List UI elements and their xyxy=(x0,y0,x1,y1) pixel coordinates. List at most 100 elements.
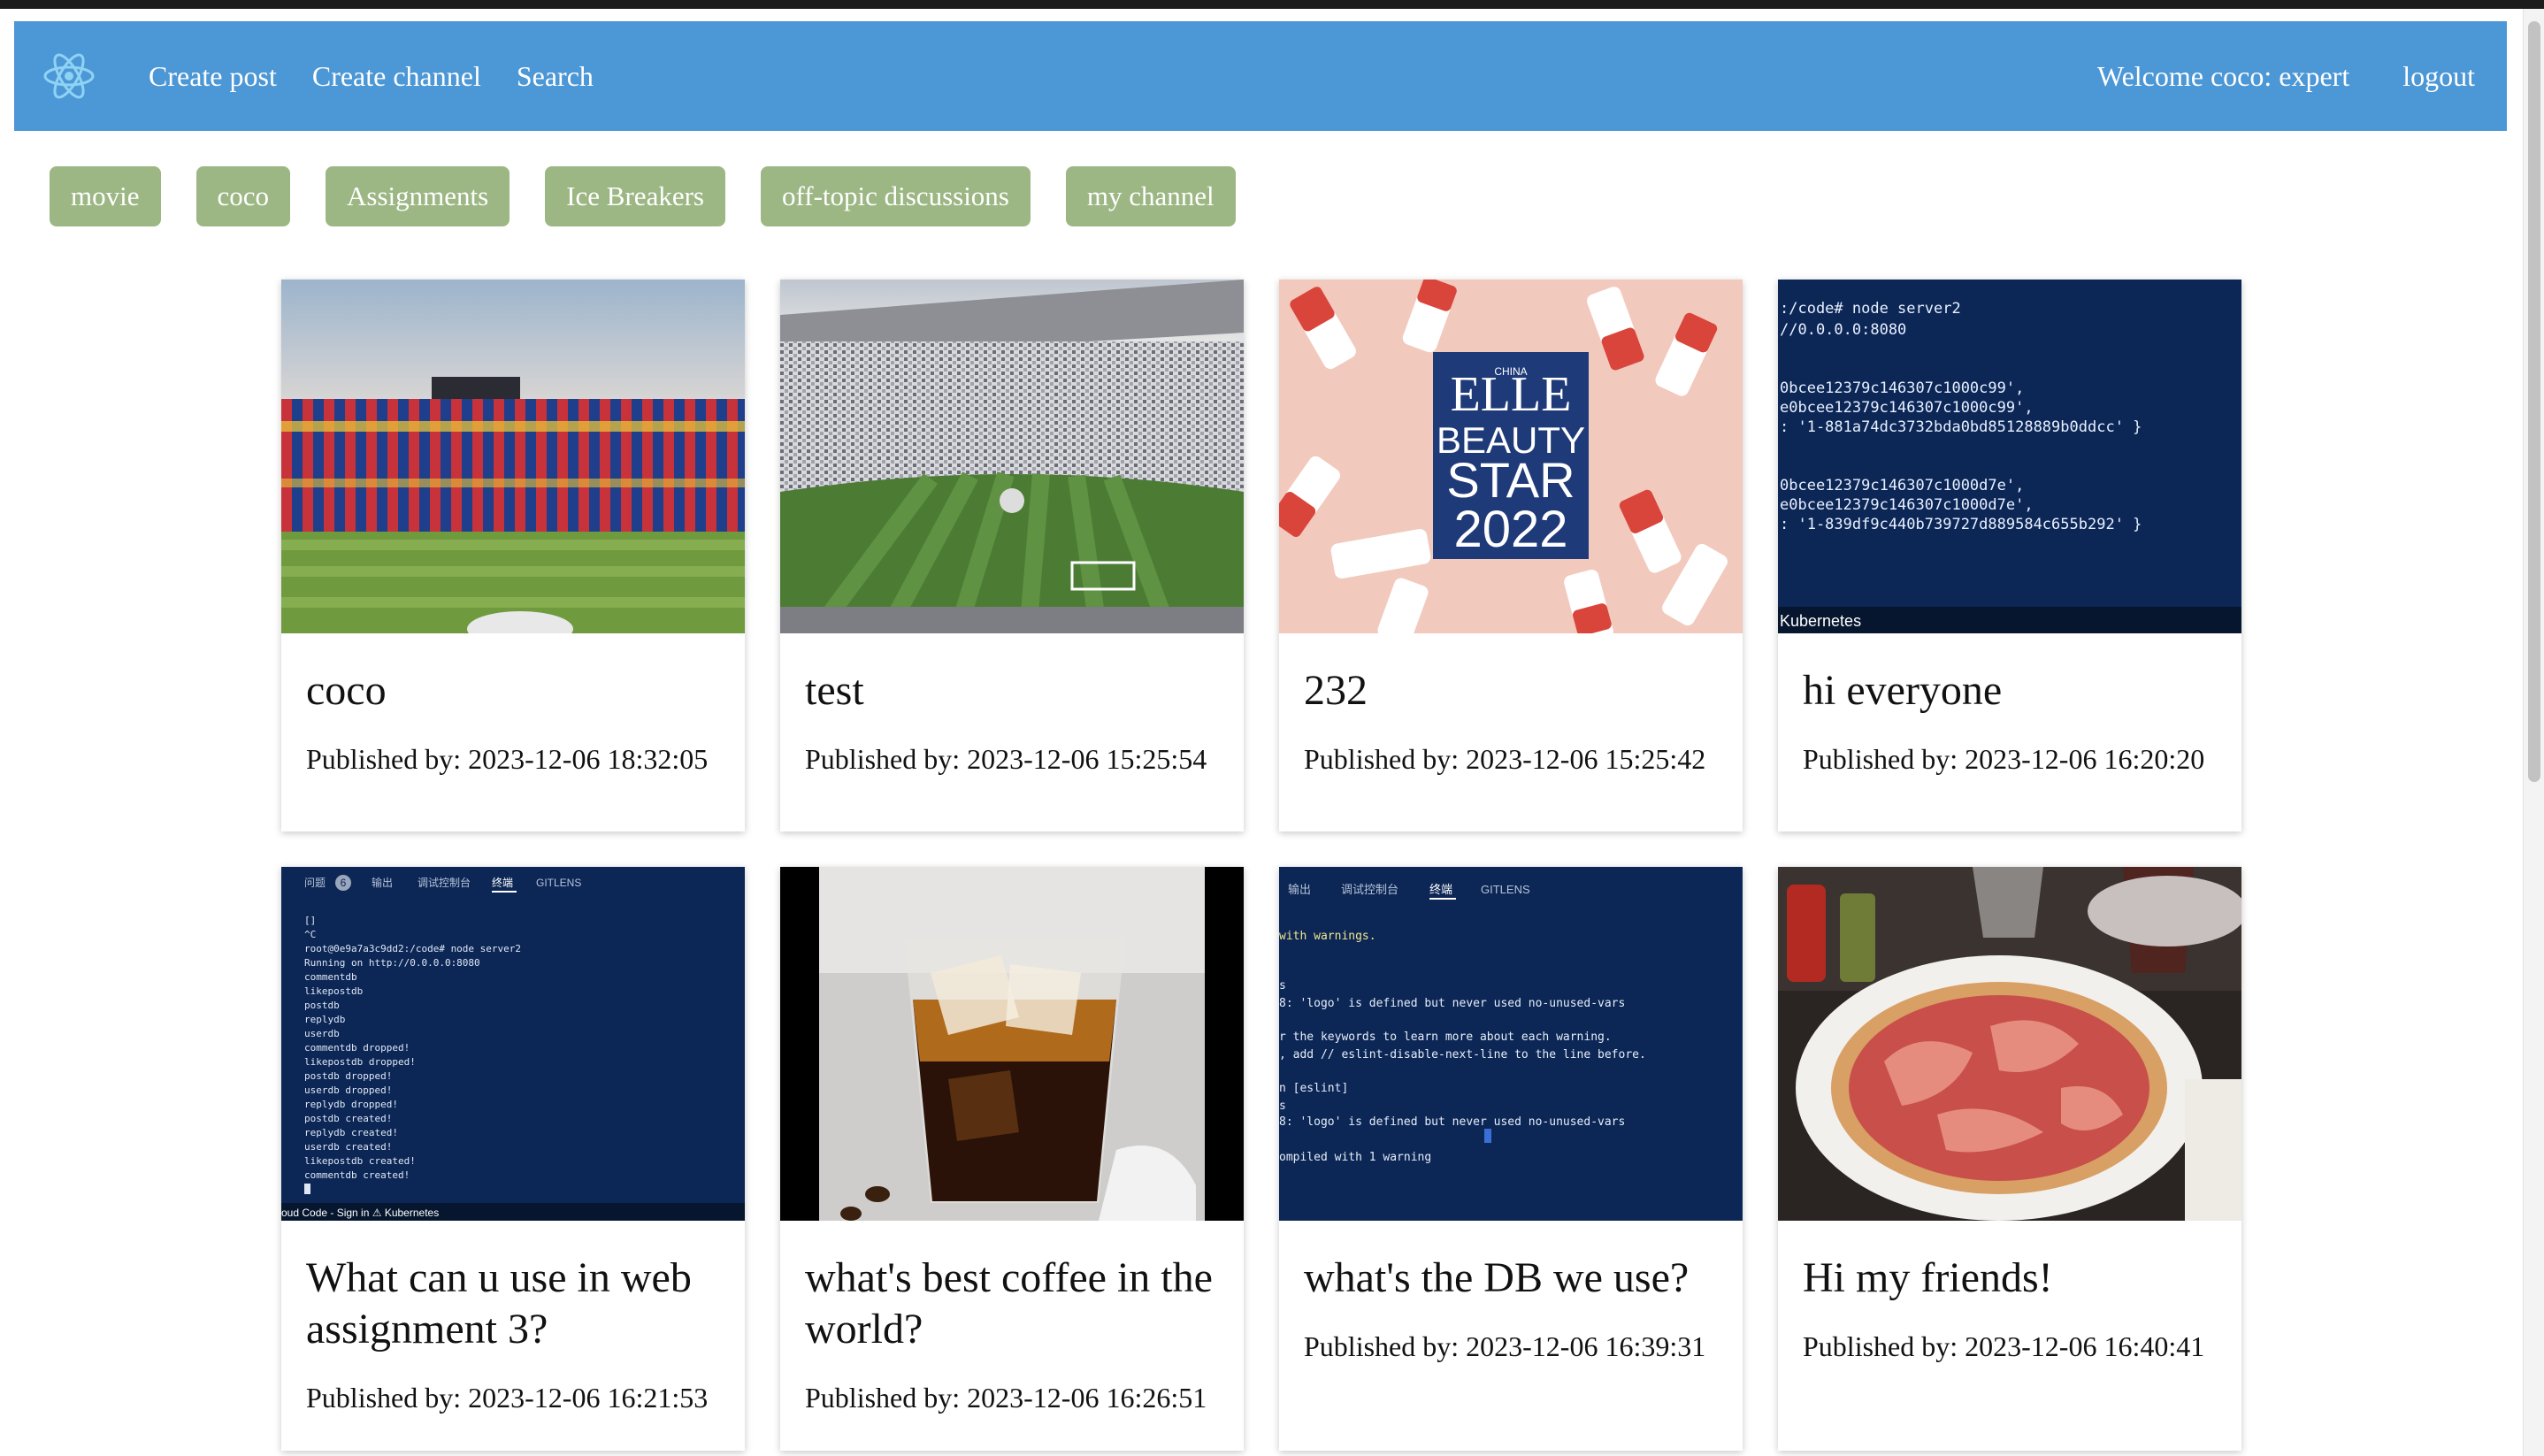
terminal-line: s xyxy=(1279,979,1286,992)
post-title: hi everyone xyxy=(1803,667,2003,714)
terminal-tab: GITLENS xyxy=(536,877,581,889)
terminal-line: e0bcee12379c146307c1000c99', xyxy=(1780,399,2034,417)
post-image-magazine: CHINA ELLE BEAUTY STAR 2022 xyxy=(1279,280,1743,633)
post-published: Published by: 2023-12-06 16:40:41 xyxy=(1803,1330,2205,1362)
magazine-line2-text: STAR xyxy=(1446,452,1575,508)
terminal-line: replydb dropped! xyxy=(304,1099,398,1110)
post-published: Published by: 2023-12-06 15:25:54 xyxy=(805,743,1207,775)
post-image-pizza xyxy=(1778,867,2241,1221)
terminal-line: with warnings. xyxy=(1279,930,1376,943)
terminal-line: commentdb dropped! xyxy=(304,1042,410,1054)
navbar: Create post Create channel Search Welcom… xyxy=(14,21,2507,131)
post-image-terminal: 输出 调试控制台 终端 GITLENS with warnings. s 8: … xyxy=(1279,867,1743,1221)
logout-link[interactable]: logout xyxy=(2402,60,2475,93)
terminal-tab-active: 终端 xyxy=(492,876,513,889)
terminal-line: likepostdb created! xyxy=(304,1155,416,1167)
vertical-scrollbar[interactable] xyxy=(2523,9,2544,1456)
terminal-line: , add // eslint-disable-next-line to the… xyxy=(1279,1048,1646,1061)
terminal-tab: 输出 xyxy=(1288,883,1311,896)
post-published: Published by: 2023-12-06 16:26:51 xyxy=(805,1382,1207,1414)
terminal-line: postdb xyxy=(304,1000,340,1011)
terminal-footer: Kubernetes xyxy=(1780,612,1861,630)
post-grid: coco Published by: 2023-12-06 18:32:05 t… xyxy=(281,280,2241,1451)
terminal-line: 8: 'logo' is defined but never used no-u… xyxy=(1279,997,1625,1010)
channel-chip-ice-breakers[interactable]: Ice Breakers xyxy=(545,166,725,226)
terminal-line: commentdb xyxy=(304,971,357,983)
terminal-line: Running on http://0.0.0.0:8080 xyxy=(304,957,480,969)
post-image-coffee xyxy=(780,867,1244,1221)
post-published: Published by: 2023-12-06 18:32:05 xyxy=(306,743,709,775)
terminal-line: r the keywords to learn more about each … xyxy=(1279,1031,1612,1044)
terminal-line: 8: 'logo' is defined but never used no-u… xyxy=(1279,1115,1625,1129)
channel-chip-my-channel[interactable]: my channel xyxy=(1065,166,1236,226)
post-image-terminal: :/code# node server2 //0.0.0.0:8080 0bce… xyxy=(1778,280,2241,633)
terminal-footer: oud Code - Sign in ⚠ Kubernetes xyxy=(281,1207,439,1219)
post-published: Published by: 2023-12-06 16:39:31 xyxy=(1304,1330,1706,1362)
post-card[interactable]: 输出 调试控制台 终端 GITLENS with warnings. s 8: … xyxy=(1279,867,1743,1451)
post-title: what's best coffee in the world? xyxy=(805,1254,1213,1353)
post-card[interactable]: what's best coffee in the world? Publish… xyxy=(780,867,1244,1451)
scrollbar-thumb[interactable] xyxy=(2528,21,2540,782)
terminal-tab-active: 终端 xyxy=(1429,883,1452,896)
create-post-link[interactable]: Create post xyxy=(149,60,277,93)
terminal-line: 0bcee12379c146307c1000d7e', xyxy=(1780,477,2024,494)
terminal-line: userdb created! xyxy=(304,1141,392,1153)
react-logo-icon[interactable] xyxy=(42,50,96,103)
terminal-tab: 问题 xyxy=(304,877,326,889)
post-card[interactable]: test Published by: 2023-12-06 15:25:54 xyxy=(780,280,1244,831)
welcome-text: Welcome coco: expert xyxy=(2096,59,2350,92)
terminal-tab: 调试控制台 xyxy=(418,876,471,889)
post-image-terminal: 问题 6 输出 调试控制台 终端 GITLENS [] ^C root@0e9a… xyxy=(281,867,745,1221)
post-card[interactable]: coco Published by: 2023-12-06 18:32:05 xyxy=(281,280,745,831)
post-title: Hi my friends! xyxy=(1803,1254,2053,1301)
post-title: what's the DB we use? xyxy=(1304,1254,1690,1301)
terminal-line: [] xyxy=(304,915,316,926)
create-channel-link[interactable]: Create channel xyxy=(312,60,481,93)
post-published: Published by: 2023-12-06 16:21:53 xyxy=(306,1382,709,1414)
magazine-brand-text: ELLE xyxy=(1451,367,1572,422)
terminal-line: replydb xyxy=(304,1014,345,1025)
post-title: test xyxy=(805,667,864,714)
terminal-line: //0.0.0.0:8080 xyxy=(1780,321,1906,339)
terminal-line: likepostdb xyxy=(304,985,363,997)
terminal-line: : '1-881a74dc3732bda0bd85128889b0ddcc' } xyxy=(1780,418,2142,436)
post-card[interactable]: Hi my friends! Published by: 2023-12-06 … xyxy=(1778,867,2241,1451)
terminal-line: s xyxy=(1279,1100,1286,1113)
terminal-line: :/code# node server2 xyxy=(1780,300,1961,318)
terminal-tab: 输出 xyxy=(372,876,393,889)
terminal-line: root@0e9a7a3c9dd2:/code# node server2 xyxy=(304,943,521,954)
channel-list: movie coco Assignments Ice Breakers off-… xyxy=(50,166,1236,226)
terminal-line: : '1-839df9c440b739727d889584c655b292' } xyxy=(1780,516,2142,533)
terminal-line: postdb dropped! xyxy=(304,1070,392,1082)
post-title: coco xyxy=(306,667,387,714)
terminal-line: n [eslint] xyxy=(1279,1082,1348,1095)
terminal-line: ompiled with 1 warning xyxy=(1279,1151,1431,1164)
channel-chip-off-topic[interactable]: off-topic discussions xyxy=(760,166,1031,226)
post-card[interactable]: 问题 6 输出 调试控制台 终端 GITLENS [] ^C root@0e9a… xyxy=(281,867,745,1451)
post-title: 232 xyxy=(1304,667,1368,714)
post-title: What can u use in web assignment 3? xyxy=(306,1254,692,1353)
terminal-line: userdb dropped! xyxy=(304,1084,392,1096)
browser-top-strip xyxy=(0,0,2544,9)
channel-chip-coco[interactable]: coco xyxy=(195,166,291,226)
post-published: Published by: 2023-12-06 15:25:42 xyxy=(1304,743,1706,775)
terminal-tab: GITLENS xyxy=(1481,883,1530,896)
post-image-stadium xyxy=(281,280,745,633)
terminal-line: likepostdb dropped! xyxy=(304,1056,416,1068)
post-card[interactable]: :/code# node server2 //0.0.0.0:8080 0bce… xyxy=(1778,280,2241,831)
terminal-line: e0bcee12379c146307c1000d7e', xyxy=(1780,496,2034,514)
terminal-line: userdb xyxy=(304,1028,340,1039)
post-card[interactable]: CHINA ELLE BEAUTY STAR 2022 232 Publishe… xyxy=(1279,280,1743,831)
magazine-year-text: 2022 xyxy=(1453,501,1567,558)
terminal-line: ^C xyxy=(304,929,316,940)
terminal-line: postdb created! xyxy=(304,1113,392,1124)
channel-chip-assignments[interactable]: Assignments xyxy=(326,166,510,226)
post-image-stadium xyxy=(780,280,1244,633)
terminal-line: commentdb created! xyxy=(304,1169,410,1181)
terminal-line: replydb created! xyxy=(304,1127,398,1138)
search-link[interactable]: Search xyxy=(517,60,594,93)
channel-chip-movie[interactable]: movie xyxy=(50,166,161,226)
terminal-badge: 6 xyxy=(341,877,347,889)
post-published: Published by: 2023-12-06 16:20:20 xyxy=(1803,743,2205,775)
terminal-tab: 调试控制台 xyxy=(1341,883,1398,896)
